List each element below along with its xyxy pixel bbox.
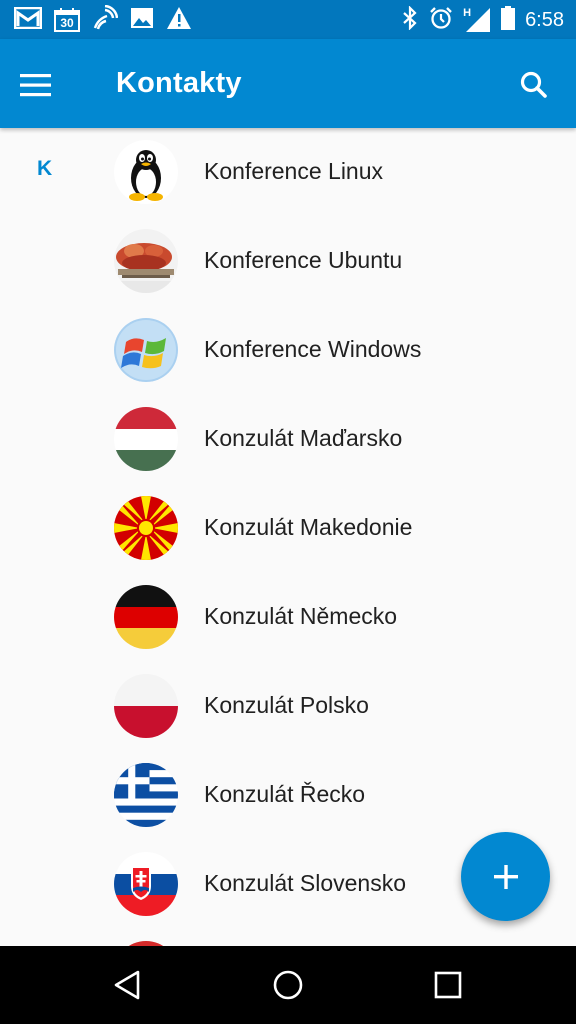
navigation-bar <box>0 946 576 1024</box>
add-contact-button[interactable] <box>461 832 550 921</box>
home-icon[interactable] <box>268 965 308 1005</box>
bluetooth-icon <box>401 4 419 35</box>
contact-name: Konference Windows <box>204 336 422 362</box>
contact-row-partial[interactable] <box>0 929 576 946</box>
calendar-icon: 30 <box>54 8 80 32</box>
ubuntu-conference-photo-icon <box>114 229 178 293</box>
contact-name: Konference Linux <box>204 158 384 184</box>
recents-icon[interactable] <box>428 965 468 1005</box>
contact-name: Konference Ubuntu <box>204 247 403 273</box>
contact-row[interactable]: Konference Linux <box>0 128 576 217</box>
flag-poland-icon <box>114 674 178 738</box>
image-icon <box>130 7 154 34</box>
contact-name: Konzulát Slovensko <box>204 870 407 896</box>
flag-greece-icon <box>114 763 178 827</box>
battery-icon <box>501 5 516 35</box>
contact-list[interactable]: K Konference Linux Konference Ubuntu Kon… <box>0 128 576 946</box>
hamburger-menu-icon[interactable] <box>20 63 70 107</box>
contact-row[interactable]: Konzulát Maďarsko <box>0 395 576 484</box>
windows-logo-icon <box>114 318 178 382</box>
contact-name: Konzulát Řecko <box>204 781 366 807</box>
flag-germany-icon <box>114 585 178 649</box>
gmail-icon <box>13 6 43 34</box>
alarm-icon <box>429 6 453 35</box>
back-icon[interactable] <box>108 965 148 1005</box>
contact-name: Konzulát Polsko <box>204 692 369 718</box>
flag-hungary-icon <box>114 407 178 471</box>
contact-row[interactable]: Konference Windows <box>0 306 576 395</box>
contact-row[interactable]: Konzulát Řecko <box>0 751 576 840</box>
contact-row[interactable]: Konzulát Polsko <box>0 662 576 751</box>
contact-name: Konzulát Německo <box>204 603 398 629</box>
plus-icon <box>494 865 518 889</box>
status-bar: 30 H 6:58 <box>0 0 576 39</box>
status-bar-system: H 6:58 <box>401 4 564 35</box>
calendar-day-text: 30 <box>60 16 74 30</box>
contact-name: Konzulát Makedonie <box>204 514 413 540</box>
tux-penguin-icon <box>114 140 178 204</box>
warning-icon <box>166 6 192 35</box>
contact-name: Konzulát Maďarsko <box>204 425 403 451</box>
page-title: Kontakty <box>116 67 242 99</box>
status-bar-notifications: 30 <box>13 4 192 36</box>
signal-icon: H <box>463 7 491 33</box>
search-icon[interactable] <box>512 63 556 107</box>
flag-slovakia-icon <box>114 852 178 916</box>
wifi-calling-icon <box>92 4 119 36</box>
app-bar: Kontakty <box>0 39 576 128</box>
contact-row[interactable]: Konference Ubuntu <box>0 217 576 306</box>
flag-macedonia-icon <box>114 496 178 560</box>
contact-row[interactable]: Konzulát Makedonie <box>0 484 576 573</box>
contact-row[interactable]: Konzulát Německo <box>0 573 576 662</box>
status-time: 6:58 <box>525 8 564 31</box>
